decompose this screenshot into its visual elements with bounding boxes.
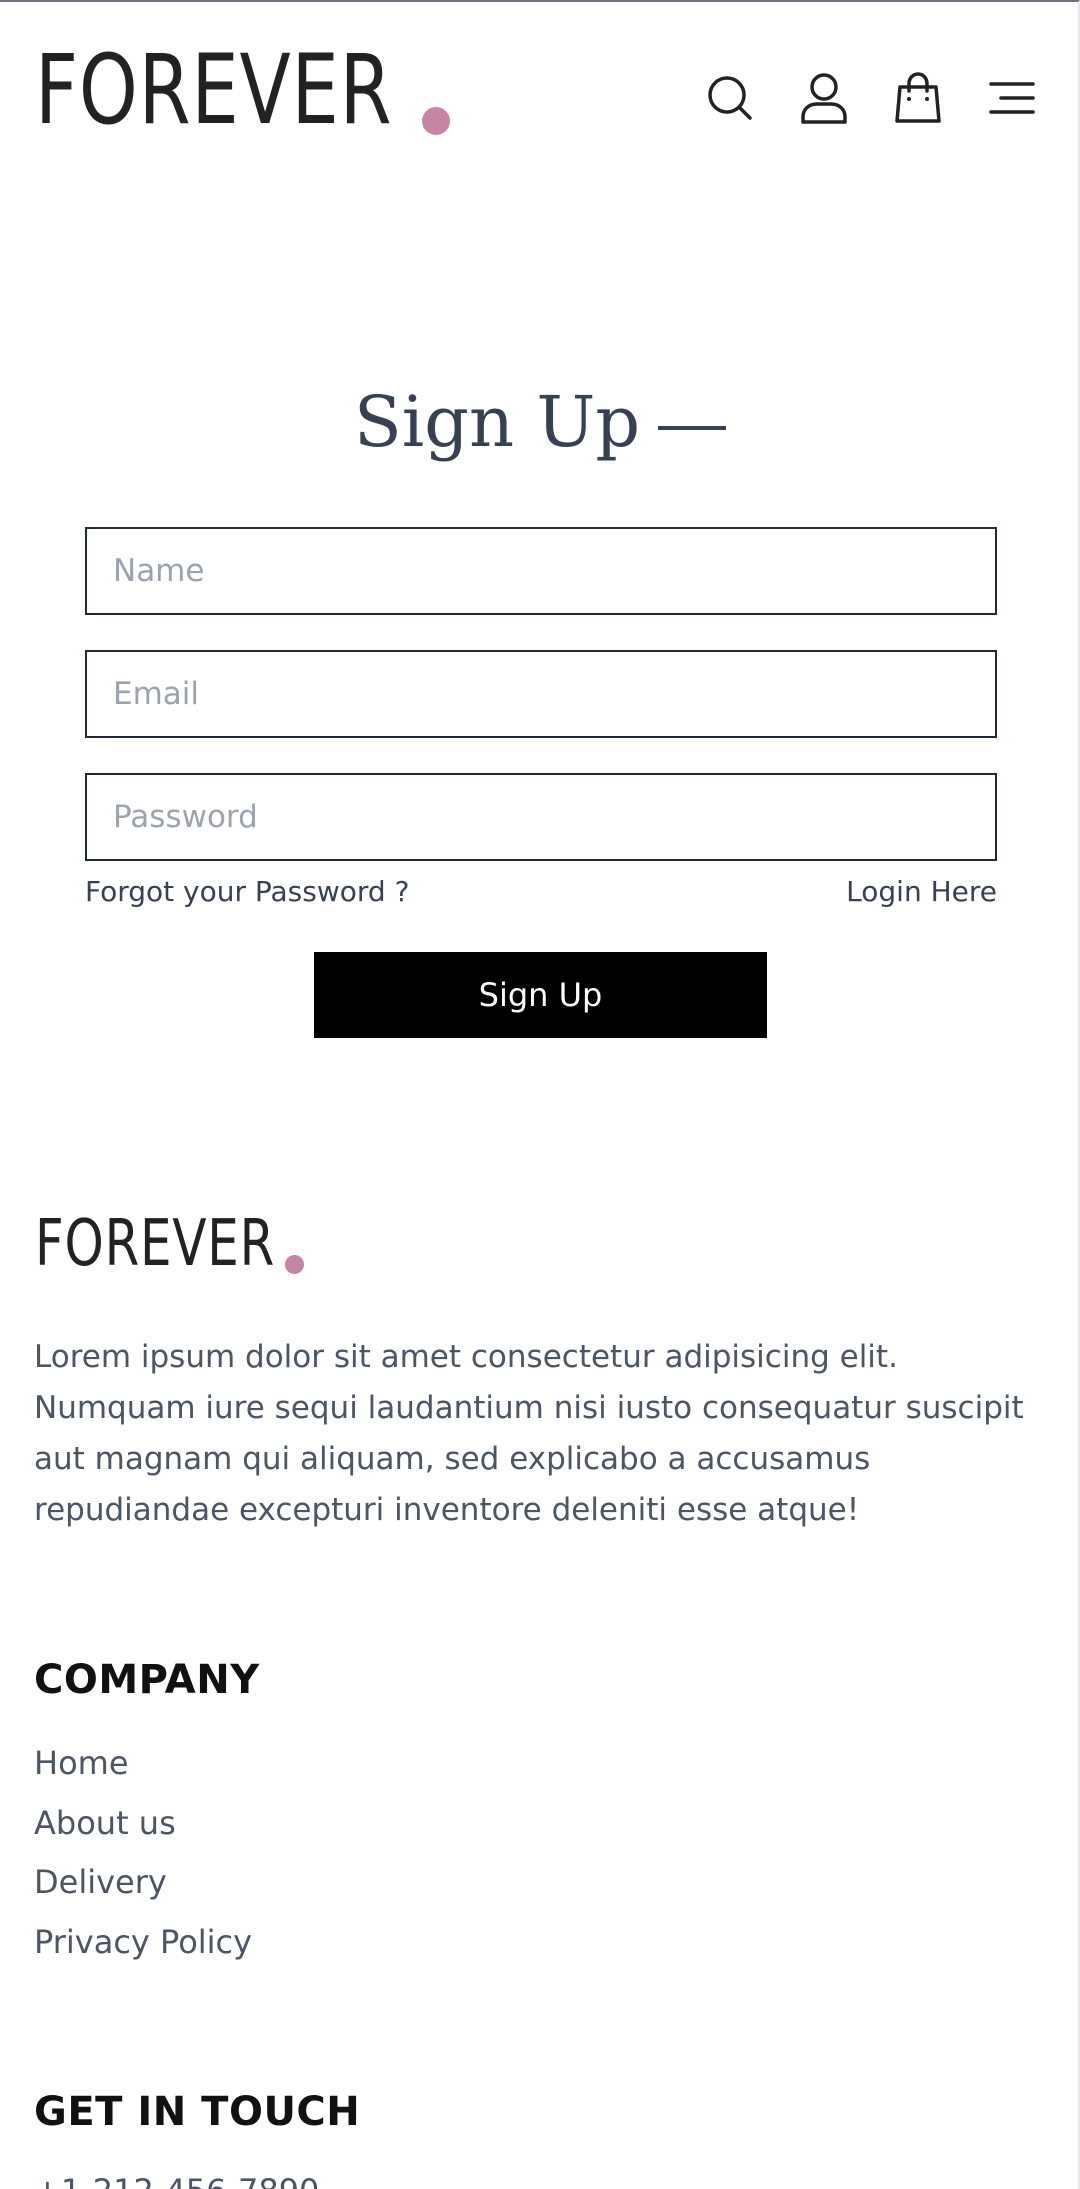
company-link-delivery[interactable]: Delivery	[34, 1857, 252, 1917]
forgot-password-link[interactable]: Forgot your Password ?	[85, 875, 409, 908]
form-title-row: Sign Up	[0, 381, 1078, 463]
search-icon[interactable]	[702, 70, 758, 126]
email-input[interactable]	[85, 650, 997, 738]
footer-about-text: Lorem ipsum dolor sit amet consectetur a…	[34, 1339, 1024, 1528]
footer-logo-dot	[285, 1255, 304, 1274]
company-link-about[interactable]: About us	[34, 1798, 252, 1858]
sign-up-button[interactable]: Sign Up	[314, 952, 767, 1038]
bag-icon[interactable]	[890, 70, 946, 126]
company-link-home[interactable]: Home	[34, 1738, 252, 1798]
name-input[interactable]	[85, 527, 997, 615]
user-icon[interactable]	[796, 70, 852, 126]
page-title: Sign Up	[353, 381, 641, 463]
menu-icon[interactable]	[984, 70, 1040, 126]
company-heading: COMPANY	[34, 1657, 260, 1703]
contact-phone: +1-212-456-7890	[34, 2172, 319, 2189]
brand-logo-text: FOREVER	[35, 34, 393, 146]
company-links: Home About us Delivery Privacy Policy	[34, 1738, 252, 1976]
password-input[interactable]	[85, 773, 997, 861]
header-icons	[680, 70, 1078, 130]
contact-heading: GET IN TOUCH	[34, 2089, 361, 2135]
title-dash	[658, 426, 727, 430]
footer-logo: FOREVER	[35, 1212, 343, 1276]
brand-logo[interactable]: FOREVER	[35, 42, 493, 138]
company-link-privacy[interactable]: Privacy Policy	[34, 1917, 252, 1977]
form-links-row: Forgot your Password ? Login Here	[85, 875, 997, 908]
footer-logo-text: FOREVER	[35, 1207, 276, 1281]
top-header: FOREVER	[0, 2, 1078, 192]
page: FOREVER Sign Up Name Email Forgot your P…	[0, 0, 1080, 2189]
brand-logo-dot	[422, 107, 450, 135]
login-here-link[interactable]: Login Here	[846, 875, 997, 908]
